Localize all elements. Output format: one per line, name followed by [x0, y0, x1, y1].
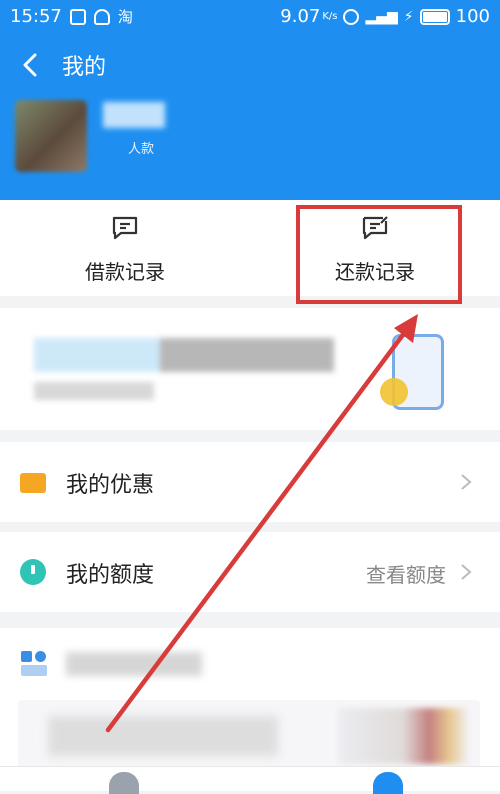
menu-item-quota[interactable]: 我的额度 查看额度 — [0, 532, 500, 612]
highlight-box — [296, 205, 462, 304]
menu-item-coupons[interactable]: 我的优惠 — [0, 442, 500, 522]
grid-icon — [21, 651, 47, 676]
network-speed: 9.07 — [280, 6, 321, 27]
coin-illustration — [380, 378, 408, 406]
quota-value: 查看额度 — [366, 563, 446, 587]
avatar[interactable] — [15, 100, 87, 172]
battery-icon — [419, 8, 450, 25]
account-summary[interactable]: 人款 — [15, 100, 495, 180]
chevron-right-icon — [461, 564, 472, 580]
coupon-icon — [20, 473, 46, 493]
coupons-label: 我的优惠 — [66, 473, 155, 498]
signal-icon: ▂▄▆ — [365, 8, 398, 25]
charging-icon: ⚡ — [403, 8, 414, 25]
promo-text-blurred — [48, 716, 278, 756]
tab-mine-icon[interactable] — [373, 772, 403, 794]
loan-records-button[interactable]: 借款记录 — [0, 200, 250, 296]
status-bar: 15:57 淘 9.07 K/s ▂▄▆ ⚡ 100 — [0, 0, 500, 34]
status-time: 15:57 — [10, 6, 62, 27]
alarm-icon — [343, 8, 360, 25]
banner-text-blurred — [34, 338, 334, 372]
username-blurred — [103, 102, 165, 128]
clock-icon — [20, 559, 46, 585]
battery-level: 100 — [455, 6, 490, 27]
promo-image — [338, 708, 468, 764]
notification-icon — [69, 8, 86, 25]
tab-loan-icon[interactable] — [109, 772, 139, 794]
app-notification-icon: 淘 — [117, 8, 133, 26]
quota-label: 我的额度 — [66, 563, 155, 588]
chevron-left-icon[interactable] — [18, 52, 44, 78]
shield-icon — [93, 8, 110, 25]
nav-bar: 我的 — [0, 40, 500, 90]
promo-banner[interactable] — [0, 308, 500, 430]
section-title-blurred — [66, 652, 202, 676]
loan-records-label: 借款记录 — [85, 260, 165, 284]
network-speed-unit: K/s — [322, 11, 338, 22]
chevron-right-icon — [461, 474, 472, 490]
page-title: 我的 — [62, 55, 107, 80]
promo-card[interactable] — [18, 700, 480, 772]
tab-bar — [0, 766, 500, 794]
banner-subtext-blurred — [34, 382, 154, 400]
account-subtitle: 人款 — [128, 142, 155, 157]
document-icon — [112, 216, 138, 240]
